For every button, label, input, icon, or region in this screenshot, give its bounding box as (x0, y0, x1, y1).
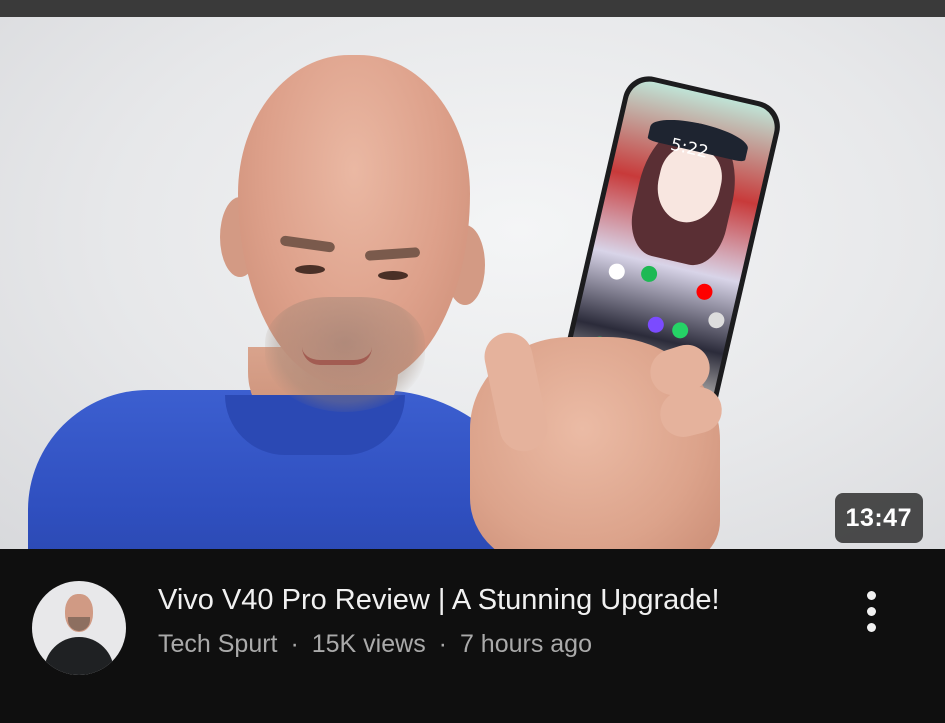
channel-avatar[interactable] (32, 581, 126, 675)
view-count: 15K views (311, 630, 426, 658)
messenger-app-icon (646, 315, 666, 335)
whatsapp-app-icon (670, 320, 690, 340)
spotify-app-icon (639, 264, 659, 284)
menu-dot (867, 623, 876, 632)
youtube-app-icon (694, 282, 715, 302)
channel-name[interactable]: Tech Spurt (158, 627, 278, 661)
video-meta: Vivo V40 Pro Review | A Stunning Upgrade… (0, 549, 945, 723)
video-subline: Tech Spurt · 15K views · 7 hours ago (158, 627, 592, 661)
separator: · (290, 630, 299, 658)
upload-age: 7 hours ago (459, 630, 592, 658)
settings-app-icon (706, 310, 726, 330)
status-bar (0, 0, 945, 17)
person-eye-right (378, 271, 408, 280)
separator: · (438, 630, 447, 658)
more-vert-icon[interactable] (852, 589, 892, 635)
menu-dot (867, 591, 876, 600)
duration-badge: 13:47 (834, 493, 923, 543)
play-store-app-icon (607, 261, 627, 282)
person-eye-left (295, 265, 325, 274)
menu-dot (867, 607, 876, 616)
video-thumbnail[interactable]: 5:22 13:47 (0, 17, 945, 549)
video-title[interactable]: Vivo V40 Pro Review | A Stunning Upgrade… (158, 582, 818, 618)
person-mouth (302, 347, 372, 365)
avatar-body (44, 637, 114, 675)
